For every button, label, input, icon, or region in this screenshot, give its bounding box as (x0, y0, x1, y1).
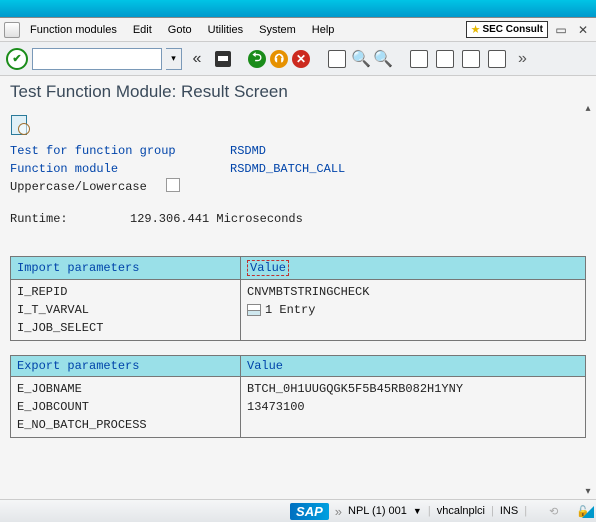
menu-goto[interactable]: Goto (162, 22, 198, 38)
import-header-value: Value (241, 257, 586, 280)
table-entry-icon[interactable] (247, 304, 261, 316)
scroll-down-icon[interactable]: ▾ (580, 483, 596, 499)
minimize-icon[interactable]: ▭ (552, 23, 570, 37)
back-button[interactable]: ⮌ (248, 50, 266, 68)
menu-help[interactable]: Help (306, 22, 341, 38)
window-titlebar (0, 0, 596, 18)
prev-page-icon[interactable] (434, 48, 456, 70)
next-page-icon[interactable] (460, 48, 482, 70)
label-test-for: Test for function group (10, 142, 230, 160)
status-insert-mode: INS (500, 505, 518, 517)
sec-consult-watermark: ★SEC Consult (466, 21, 548, 38)
menu-session-icon[interactable] (4, 22, 20, 38)
last-page-icon[interactable] (486, 48, 508, 70)
command-dropdown-icon[interactable]: ▾ (166, 48, 182, 70)
status-client: NPL (1) 001 (348, 505, 407, 517)
status-expand-icon[interactable]: » (335, 504, 342, 519)
import-header-param: Import parameters (11, 257, 241, 280)
find-next-icon[interactable]: 🔍 (374, 50, 392, 68)
export-header-value: Value (241, 356, 586, 377)
value-test-for: RSDMD (230, 142, 266, 160)
content-area: Test for function group RSDMD Function m… (0, 136, 596, 499)
export-header-param: Export parameters (11, 356, 241, 377)
menu-system[interactable]: System (253, 22, 302, 38)
status-bar: SAP » NPL (1) 001▼ | vhcalnplci | INS | … (0, 499, 596, 522)
status-refresh-icon[interactable]: ⟲ (549, 505, 558, 518)
label-function-module: Function module (10, 160, 230, 178)
menu-function-modules[interactable]: Function modules (24, 22, 123, 38)
enter-button[interactable]: ✔ (6, 48, 28, 70)
page-title: Test Function Module: Result Screen (0, 76, 596, 110)
vertical-scrollbar[interactable]: ▴ ▾ (580, 100, 596, 499)
label-uppercase-lowercase: Uppercase/Lowercase (10, 178, 230, 196)
more-tools-icon[interactable]: » (518, 50, 527, 68)
close-icon[interactable]: ✕ (574, 23, 592, 37)
command-field[interactable] (32, 48, 162, 70)
export-parameters-table: Export parameters Value E_JOBNAME E_JOBC… (10, 355, 586, 438)
label-runtime: Runtime: (10, 210, 130, 228)
import-parameters-table: Import parameters Value I_REPID I_T_VARV… (10, 256, 586, 341)
uppercase-checkbox[interactable] (166, 178, 180, 192)
value-function-module: RSDMD_BATCH_CALL (230, 160, 345, 178)
save-icon[interactable] (212, 48, 234, 70)
exit-button[interactable]: ⮉ (270, 50, 288, 68)
value-runtime: 129.306.441 Microseconds (130, 210, 303, 228)
first-page-icon[interactable] (408, 48, 430, 70)
star-icon: ★ (471, 23, 481, 36)
display-detail-icon[interactable] (10, 114, 30, 134)
menu-edit[interactable]: Edit (127, 22, 158, 38)
menu-utilities[interactable]: Utilities (202, 22, 249, 38)
resize-grip-icon[interactable] (582, 506, 594, 518)
table-row: E_JOBNAME E_JOBCOUNT E_NO_BATCH_PROCESS … (11, 377, 586, 438)
back-icon[interactable] (186, 48, 208, 70)
table-row: I_REPID I_T_VARVAL I_JOB_SELECT CNVMBTST… (11, 280, 586, 341)
find-icon[interactable]: 🔍 (352, 50, 370, 68)
print-icon[interactable] (326, 48, 348, 70)
sap-logo: SAP (290, 503, 329, 520)
menu-bar: Function modules Edit Goto Utilities Sys… (0, 18, 596, 42)
app-toolbar: ✔ ▾ ⮌ ⮉ ✕ 🔍 🔍 » (0, 42, 596, 76)
scroll-up-icon[interactable]: ▴ (580, 100, 596, 116)
sub-toolbar (0, 110, 596, 136)
cancel-button[interactable]: ✕ (292, 50, 310, 68)
status-host: vhcalnplci (437, 505, 485, 517)
